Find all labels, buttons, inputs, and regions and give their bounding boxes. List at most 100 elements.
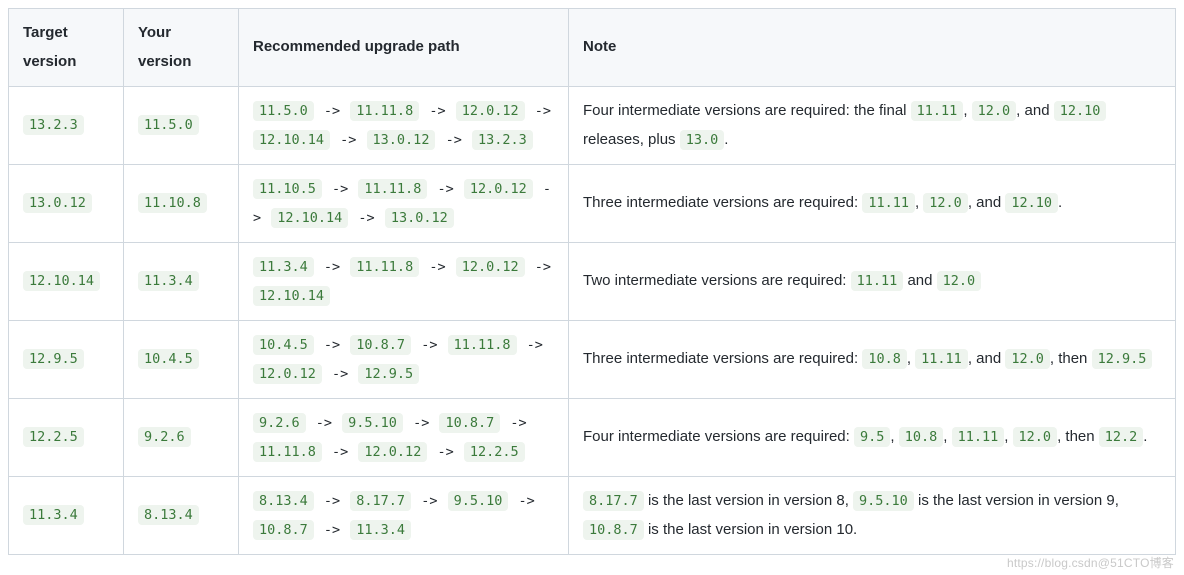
cell-note: Four intermediate versions are required:… <box>569 399 1176 477</box>
version-code: 12.0.12 <box>456 257 525 277</box>
arrow-icon: -> <box>314 522 351 538</box>
header-target-version: Target version <box>9 9 124 87</box>
version-code: 13.2.3 <box>23 115 84 135</box>
version-code: 12.0.12 <box>253 364 322 384</box>
version-code: 10.4.5 <box>253 335 314 355</box>
header-note: Note <box>569 9 1176 87</box>
cell-upgrade-path: 11.10.5 -> 11.11.8 -> 12.0.12 -> 12.10.1… <box>239 165 569 243</box>
version-code: 11.11.8 <box>358 179 427 199</box>
version-code: 11.3.4 <box>350 520 411 540</box>
cell-your-version: 8.13.4 <box>124 477 239 555</box>
version-code: 11.11.8 <box>448 335 517 355</box>
version-code: 13.0.12 <box>385 208 454 228</box>
note-text: Three intermediate versions are required… <box>583 194 862 211</box>
version-code: 11.3.4 <box>23 505 84 525</box>
version-code: 10.8.7 <box>439 413 500 433</box>
cell-upgrade-path: 8.13.4 -> 8.17.7 -> 9.5.10 -> 10.8.7 -> … <box>239 477 569 555</box>
cell-your-version: 11.5.0 <box>124 87 239 165</box>
arrow-icon: -> <box>403 415 440 431</box>
cell-upgrade-path: 10.4.5 -> 10.8.7 -> 11.11.8 -> 12.0.12 -… <box>239 321 569 399</box>
version-code: 11.11 <box>862 193 915 213</box>
arrow-icon: -> <box>419 103 456 119</box>
cell-your-version: 10.4.5 <box>124 321 239 399</box>
version-code: 12.0 <box>937 271 982 291</box>
arrow-icon: -> <box>314 493 351 509</box>
arrow-icon: -> <box>348 210 385 226</box>
note-text: and <box>903 272 936 289</box>
table-row: 12.2.59.2.69.2.6 -> 9.5.10 -> 10.8.7 -> … <box>9 399 1176 477</box>
note-text: , <box>890 428 898 445</box>
cell-target-version: 12.10.14 <box>9 243 124 321</box>
version-code: 13.2.3 <box>472 130 533 150</box>
version-code: 10.8.7 <box>350 335 411 355</box>
note-text: Four intermediate versions are required: <box>583 428 854 445</box>
version-code: 8.17.7 <box>350 491 411 511</box>
arrow-icon: -> <box>314 259 351 275</box>
cell-your-version: 11.3.4 <box>124 243 239 321</box>
arrow-icon: -> <box>435 132 472 148</box>
version-code: 11.3.4 <box>138 271 199 291</box>
table-header-row: Target version Your version Recommended … <box>9 9 1176 87</box>
arrow-icon: -> <box>314 103 351 119</box>
arrow-icon: -> <box>411 337 448 353</box>
note-text: , <box>943 428 951 445</box>
cell-your-version: 9.2.6 <box>124 399 239 477</box>
version-code: 12.10.14 <box>271 208 348 228</box>
version-code: 12.2.5 <box>23 427 84 447</box>
upgrade-path-table: Target version Your version Recommended … <box>8 8 1176 555</box>
cell-note: 8.17.7 is the last version in version 8,… <box>569 477 1176 555</box>
version-code: 9.5.10 <box>853 491 914 511</box>
note-text: Two intermediate versions are required: <box>583 272 851 289</box>
version-code: 11.11 <box>911 101 964 121</box>
version-code: 9.2.6 <box>253 413 306 433</box>
note-text: . <box>1143 428 1147 445</box>
cell-target-version: 11.3.4 <box>9 477 124 555</box>
note-text: Three intermediate versions are required… <box>583 350 862 367</box>
arrow-icon: -> <box>322 181 359 197</box>
version-code: 10.8 <box>862 349 907 369</box>
arrow-icon: -> <box>322 366 359 382</box>
note-text: , and <box>968 194 1006 211</box>
version-code: 12.10.14 <box>253 130 330 150</box>
version-code: 12.0 <box>923 193 968 213</box>
version-code: 12.0 <box>1005 349 1050 369</box>
version-code: 10.8.7 <box>253 520 314 540</box>
version-code: 13.0.12 <box>23 193 92 213</box>
version-code: 13.0.12 <box>367 130 436 150</box>
note-text: , and <box>968 350 1006 367</box>
note-text: , <box>1004 428 1012 445</box>
version-code: 11.10.5 <box>253 179 322 199</box>
table-row: 13.2.311.5.011.5.0 -> 11.11.8 -> 12.0.12… <box>9 87 1176 165</box>
version-code: 9.5 <box>854 427 890 447</box>
arrow-icon: -> <box>330 132 367 148</box>
note-text: , <box>963 102 971 119</box>
version-code: 10.8 <box>899 427 944 447</box>
cell-target-version: 13.0.12 <box>9 165 124 243</box>
version-code: 12.0 <box>972 101 1017 121</box>
arrow-icon: -> <box>427 181 464 197</box>
version-code: 10.4.5 <box>138 349 199 369</box>
note-text: , then <box>1057 428 1099 445</box>
version-code: 11.11.8 <box>253 442 322 462</box>
arrow-icon: -> <box>525 103 553 119</box>
arrow-icon: -> <box>517 337 545 353</box>
version-code: 12.10.14 <box>23 271 100 291</box>
note-text: Four intermediate versions are required:… <box>583 102 911 119</box>
note-text: is the last version in version 10. <box>644 521 857 538</box>
arrow-icon: -> <box>322 444 359 460</box>
version-code: 12.9.5 <box>1092 349 1153 369</box>
note-text: . <box>1058 194 1062 211</box>
arrow-icon: -> <box>508 493 536 509</box>
note-text: , then <box>1050 350 1092 367</box>
cell-note: Two intermediate versions are required: … <box>569 243 1176 321</box>
note-text: is the last version in version 9, <box>914 492 1119 509</box>
version-code: 11.5.0 <box>138 115 199 135</box>
cell-target-version: 12.9.5 <box>9 321 124 399</box>
table-row: 13.0.1211.10.811.10.5 -> 11.11.8 -> 12.0… <box>9 165 1176 243</box>
cell-target-version: 13.2.3 <box>9 87 124 165</box>
header-your-version: Your version <box>124 9 239 87</box>
arrow-icon: -> <box>500 415 528 431</box>
arrow-icon: -> <box>427 444 464 460</box>
version-code: 11.11 <box>851 271 904 291</box>
version-code: 8.13.4 <box>138 505 199 525</box>
